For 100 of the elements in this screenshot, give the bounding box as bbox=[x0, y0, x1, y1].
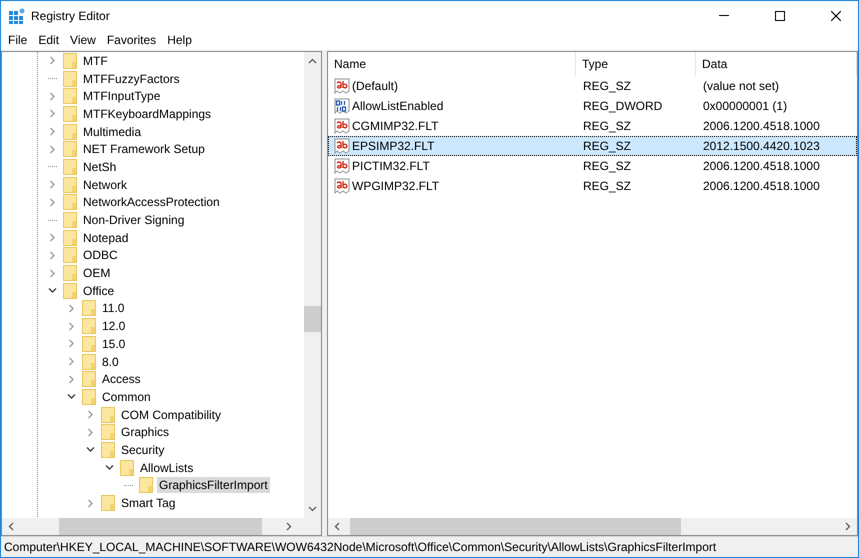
tree-item[interactable]: Security bbox=[119, 442, 166, 458]
value-type: REG_SZ bbox=[583, 79, 632, 93]
chevron-icon[interactable] bbox=[105, 463, 114, 472]
tree-item[interactable]: MTF bbox=[81, 52, 110, 69]
tree-item[interactable]: 15.0 bbox=[100, 336, 128, 352]
tree-item[interactable]: 11.0 bbox=[100, 300, 126, 316]
value-name: PICTIM32.FLT bbox=[352, 159, 430, 173]
folder-icon bbox=[82, 388, 96, 405]
tree-item[interactable]: OEM bbox=[81, 265, 112, 282]
value-type: REG_SZ bbox=[583, 119, 632, 133]
tree-item[interactable]: MTFInputType bbox=[81, 88, 162, 104]
value-data: 2006.1200.4518.1000 bbox=[703, 179, 820, 193]
maximize-icon[interactable] bbox=[775, 10, 785, 20]
folder-icon bbox=[82, 336, 96, 352]
folder-icon bbox=[101, 442, 115, 458]
folder-icon bbox=[63, 124, 77, 140]
folder-icon bbox=[63, 88, 77, 104]
folder-icon bbox=[63, 230, 77, 246]
tree-item[interactable]: Access bbox=[100, 371, 143, 388]
folder-icon bbox=[63, 282, 77, 299]
tree-item[interactable]: GraphicsFilterImport bbox=[157, 477, 270, 494]
tree-item[interactable]: Smart Tag bbox=[119, 495, 178, 512]
menu-item[interactable]: Edit bbox=[38, 33, 60, 47]
tree-item[interactable]: Non-Driver Signing bbox=[81, 212, 186, 228]
menu-item[interactable]: Help bbox=[167, 33, 192, 47]
scroll-thumb[interactable] bbox=[350, 518, 681, 535]
table-row[interactable]: EPSIMP32.FLT REG_SZ 2012.1500.4420.1023 bbox=[328, 136, 857, 156]
folder-icon bbox=[82, 354, 96, 370]
value-data: 0x00000001 (1) bbox=[703, 99, 788, 113]
tree-item[interactable]: NetSh bbox=[81, 158, 118, 175]
folder-icon bbox=[63, 265, 77, 282]
value-name: (Default) bbox=[352, 79, 398, 93]
folder-icon bbox=[63, 212, 77, 228]
tree-item[interactable]: AllowLists bbox=[138, 460, 196, 476]
folder-icon bbox=[82, 318, 96, 334]
menu-item[interactable]: Favorites bbox=[106, 33, 156, 47]
folder-icon bbox=[63, 158, 77, 175]
folder-icon bbox=[101, 495, 115, 512]
folder-icon bbox=[63, 194, 77, 210]
tree-item[interactable]: 12.0 bbox=[100, 318, 128, 334]
tree-item[interactable]: Office bbox=[81, 282, 116, 299]
tree-item[interactable]: Notepad bbox=[81, 230, 130, 246]
chevron-icon[interactable] bbox=[67, 392, 76, 402]
tree-item[interactable]: MTFFuzzyFactors bbox=[81, 70, 182, 87]
close-icon[interactable] bbox=[831, 10, 841, 20]
column-header[interactable]: Data bbox=[696, 52, 857, 76]
tree-item[interactable]: NET Framework Setup bbox=[81, 141, 207, 158]
folder-icon bbox=[101, 424, 115, 440]
scroll-left-icon[interactable] bbox=[334, 522, 340, 531]
folder-icon bbox=[120, 460, 134, 476]
folder-icon bbox=[139, 477, 153, 494]
chevron-icon[interactable] bbox=[48, 286, 57, 296]
folder-icon bbox=[63, 106, 77, 122]
horizontal-scrollbar[interactable] bbox=[328, 518, 857, 535]
value-type: REG_SZ bbox=[583, 139, 632, 153]
tree-item[interactable]: COM Compatibility bbox=[119, 406, 224, 423]
column-header[interactable]: Type bbox=[576, 52, 696, 76]
value-type: REG_SZ bbox=[583, 179, 632, 193]
folder-icon bbox=[63, 247, 77, 264]
folder-icon bbox=[82, 300, 96, 316]
folder-icon bbox=[63, 141, 77, 158]
scroll-down-icon[interactable] bbox=[308, 506, 317, 512]
column-header[interactable]: Name bbox=[328, 52, 576, 76]
value-data: (value not set) bbox=[703, 79, 780, 93]
folder-icon bbox=[101, 406, 115, 423]
table-row[interactable]: (Default) REG_SZ (value not set) bbox=[328, 76, 857, 96]
tree-item[interactable]: Network bbox=[81, 176, 130, 193]
folder-icon bbox=[82, 371, 96, 388]
tree-item[interactable]: 8.0 bbox=[100, 354, 121, 370]
horizontal-scrollbar[interactable] bbox=[2, 518, 321, 535]
tree-item[interactable]: MTFKeyboardMappings bbox=[81, 106, 214, 122]
value-name: CGMIMP32.FLT bbox=[352, 119, 438, 133]
menu-item[interactable]: View bbox=[70, 33, 96, 47]
value-type: REG_DWORD bbox=[583, 99, 662, 113]
value-data: 2012.1500.4420.1023 bbox=[703, 139, 820, 153]
registry-icon bbox=[9, 8, 25, 24]
tree-item[interactable]: Graphics bbox=[119, 424, 172, 440]
chevron-icon[interactable] bbox=[86, 445, 95, 454]
scroll-right-icon[interactable] bbox=[286, 522, 292, 531]
value-name: WPGIMP32.FLT bbox=[352, 179, 440, 193]
vertical-scrollbar[interactable] bbox=[304, 52, 321, 518]
tree-item[interactable]: Common bbox=[100, 388, 153, 405]
scroll-up-icon[interactable] bbox=[308, 58, 317, 64]
tree-item[interactable]: ODBC bbox=[81, 247, 120, 264]
table-row[interactable]: WPGIMP32.FLT REG_SZ 2006.1200.4518.1000 bbox=[328, 176, 857, 196]
value-data: 2006.1200.4518.1000 bbox=[703, 159, 820, 173]
scroll-right-icon[interactable] bbox=[845, 522, 851, 531]
scroll-thumb[interactable] bbox=[59, 518, 262, 535]
scroll-thumb[interactable] bbox=[304, 306, 321, 332]
folder-icon bbox=[63, 52, 77, 69]
scroll-left-icon[interactable] bbox=[8, 522, 14, 531]
tree-item[interactable]: NetworkAccessProtection bbox=[81, 194, 222, 210]
value-data: 2006.1200.4518.1000 bbox=[703, 119, 820, 133]
value-name: AllowListEnabled bbox=[352, 99, 444, 113]
menu-item[interactable]: File bbox=[8, 33, 28, 47]
table-row[interactable]: PICTIM32.FLT REG_SZ 2006.1200.4518.1000 bbox=[328, 156, 857, 176]
table-row[interactable]: CGMIMP32.FLT REG_SZ 2006.1200.4518.1000 bbox=[328, 116, 857, 136]
value-type: REG_SZ bbox=[583, 159, 632, 173]
table-row[interactable]: AllowListEnabled REG_DWORD 0x00000001 (1) bbox=[328, 96, 857, 116]
tree-item[interactable]: Multimedia bbox=[81, 124, 144, 140]
